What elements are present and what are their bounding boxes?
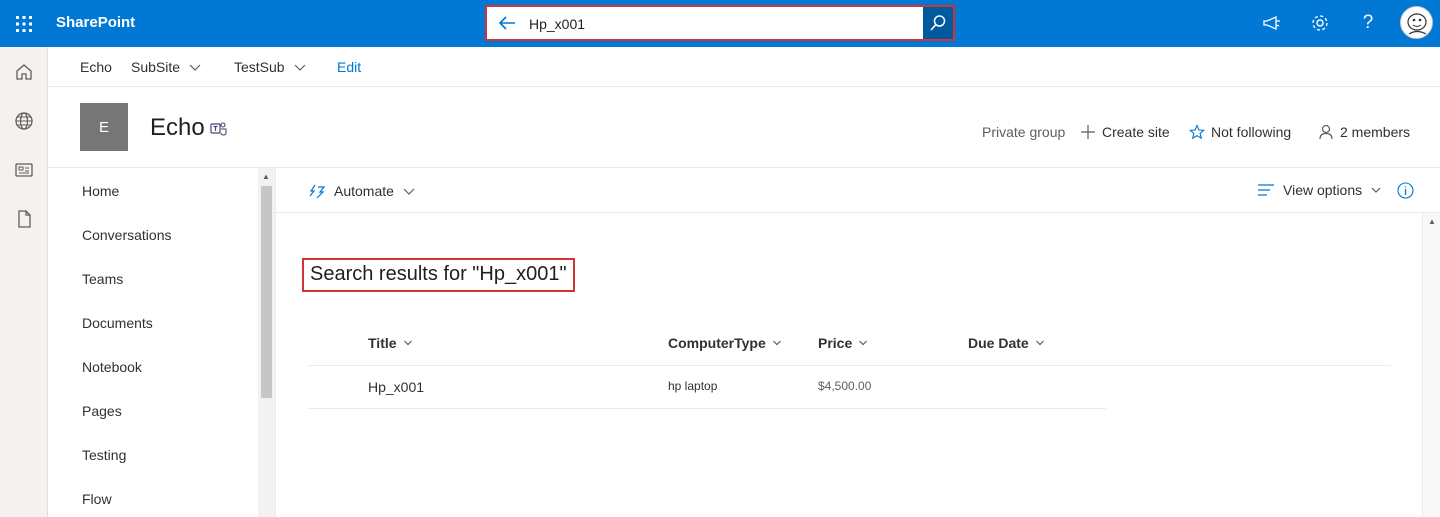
help-icon[interactable]: ? [1357,12,1379,34]
nav-item-notebook[interactable]: Notebook [82,359,142,375]
create-site-label: Create site [1102,124,1170,140]
flow-icon [309,184,326,199]
header-divider [308,365,1391,366]
app-launcher-icon[interactable] [0,0,48,47]
view-options-label: View options [1283,182,1363,198]
search-box[interactable] [485,5,955,41]
column-header-title[interactable]: Title [368,335,413,351]
suite-header: SharePoint ? [0,0,1440,47]
nav-item-flow[interactable]: Flow [82,491,112,507]
follow-label: Not following [1211,124,1292,140]
chevron-down-icon [859,340,868,346]
subnav-item-testsub[interactable]: TestSub [234,59,307,75]
person-icon [1319,124,1333,140]
subnav-label: TestSub [234,59,285,75]
view-options-button[interactable]: View options [1257,182,1382,198]
column-header-computertype[interactable]: ComputerType [668,335,782,351]
column-header-price[interactable]: Price [818,335,868,351]
info-icon[interactable] [1397,182,1414,199]
quick-launch-nav: Home Conversations Teams Documents Noteb… [48,168,276,517]
home-icon[interactable] [13,61,35,83]
news-icon[interactable] [13,159,35,181]
view-lines-icon [1258,184,1274,196]
site-logo[interactable]: E [80,103,128,151]
subnav-label: SubSite [131,59,181,75]
plus-icon [1081,125,1095,139]
subnav-label: Echo [80,59,112,75]
site-title[interactable]: Echo [150,114,205,142]
scroll-up-arrow-icon[interactable]: ▲ [262,172,270,181]
app-bar [0,47,48,517]
site-header: E Echo Private group Create site Not fol… [48,87,1440,168]
gear-icon[interactable] [1309,12,1331,34]
nav-item-conversations[interactable]: Conversations [82,227,172,243]
star-icon [1189,124,1205,140]
subnav-edit-link[interactable]: Edit [337,59,361,75]
chevron-down-icon [772,340,781,346]
chevron-down-icon [1371,187,1381,193]
members-button[interactable]: 2 members [1318,124,1410,140]
follow-button[interactable]: Not following [1189,124,1291,140]
brand-label[interactable]: SharePoint [56,14,135,31]
nav-item-documents[interactable]: Documents [82,315,153,331]
subnav-label: Edit [337,59,362,75]
divider [275,168,276,517]
chevron-down-icon [294,64,306,71]
content-scrollbar[interactable]: ▲ [1422,213,1440,517]
create-site-button[interactable]: Create site [1080,124,1170,140]
nav-item-testing[interactable]: Testing [82,447,126,463]
chevron-down-icon [1035,340,1044,346]
subnav-item-echo[interactable]: Echo [80,59,112,75]
teams-icon[interactable] [210,121,228,142]
privacy-label: Private group [982,124,1066,140]
members-label: 2 members [1340,124,1411,140]
chevron-down-icon [403,340,412,346]
search-results-heading: Search results for "Hp_x001" [302,258,575,292]
avatar[interactable] [1400,6,1433,39]
nav-item-home[interactable]: Home [82,183,119,199]
search-input[interactable] [529,13,909,35]
command-bar: Automate View options [276,168,1440,213]
column-header-due-date[interactable]: Due Date [968,335,1045,351]
cell-computer-type: hp laptop [668,379,718,393]
cell-title-link[interactable]: Hp_x001 [368,379,424,395]
nav-item-teams[interactable]: Teams [82,271,123,287]
subnav-item-subsite[interactable]: SubSite [131,59,202,75]
cell-price: $4,500.00 [818,379,872,393]
automate-button[interactable]: Automate [308,182,416,200]
automate-label: Automate [334,183,394,199]
megaphone-icon[interactable] [1261,12,1283,34]
scroll-up-arrow-icon[interactable]: ▲ [1428,217,1436,226]
search-icon[interactable] [923,7,953,39]
chevron-down-icon [403,188,415,195]
row-divider [308,408,1106,409]
globe-icon[interactable] [13,110,35,132]
back-arrow-icon[interactable] [497,13,517,38]
nav-item-pages[interactable]: Pages [82,403,122,419]
scrollbar-thumb[interactable] [261,186,272,398]
file-icon[interactable] [13,208,35,230]
hub-navigation: Echo SubSite TestSub Edit [48,47,1440,87]
nav-scrollbar[interactable]: ▲ [258,168,275,517]
chevron-down-icon [189,64,201,71]
